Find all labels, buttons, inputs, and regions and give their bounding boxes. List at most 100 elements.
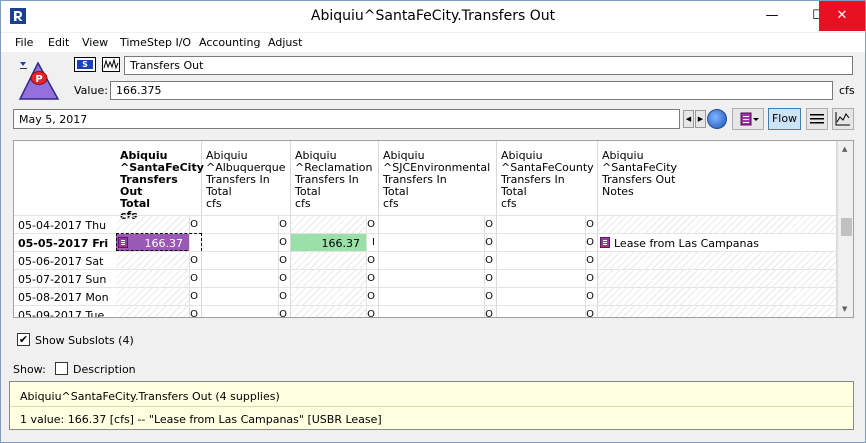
menu-view[interactable]: View [82,36,108,49]
cell-flag: O [485,255,493,266]
next-date-button[interactable]: ▶ [695,110,706,128]
table-cell[interactable]: O [116,251,202,269]
units-label[interactable]: cfs [839,84,855,97]
cell-flag: O [279,219,287,230]
globe-icon[interactable] [707,109,727,129]
cell-flag: I [372,237,375,248]
cell-flag: O [190,309,198,318]
menu-file[interactable]: File [15,36,33,49]
row-label[interactable]: 05-09-2017 Tue [14,305,116,317]
flow-toggle-button[interactable]: Flow [768,108,801,130]
cell-flag: O [367,255,375,266]
cell-flag: O [586,219,594,230]
table-cell[interactable]: O [497,287,598,305]
window-title: Abiquiu^SantaFeCity.Transfers Out [310,8,556,24]
table-cell[interactable]: O [497,215,598,233]
table-cell[interactable]: O [497,251,598,269]
menu-adjust[interactable]: Adjust [268,36,302,49]
prev-date-button[interactable]: ◀ [683,110,694,128]
note-cell[interactable] [598,215,837,233]
table-cell[interactable]: O [202,287,291,305]
list-view-icon[interactable] [806,108,828,130]
note-cell[interactable] [598,287,837,305]
table-cell[interactable]: O [291,305,379,317]
cell-flag: O [485,273,493,284]
table-cell[interactable]: O [116,269,202,287]
column-header[interactable]: Abiquiu ^SJCEnvironmental Transfers In T… [379,141,497,215]
table-cell[interactable]: 166.37 P [116,233,202,251]
table-cell[interactable]: O [202,251,291,269]
column-header[interactable]: Abiquiu ^Reclamation Transfers In Total … [291,141,379,215]
note-icon[interactable] [118,237,128,248]
slot-icon-letter: P [35,74,42,85]
note-cell[interactable] [598,305,837,317]
close-button[interactable]: ✕ [819,1,865,31]
cell-flag: O [485,237,493,248]
table-cell[interactable]: O [291,269,379,287]
table-cell[interactable]: O [379,215,497,233]
table-cell[interactable]: O [202,233,291,251]
note-cell[interactable] [598,269,837,287]
cell-flag: O [190,255,198,266]
vertical-scrollbar[interactable]: ▲ ▼ [837,141,853,317]
cell-flag: O [279,273,287,284]
description-checkbox[interactable] [55,362,68,375]
table-cell[interactable]: O [291,287,379,305]
table-cell[interactable]: O [497,305,598,317]
menu-edit[interactable]: Edit [48,36,69,49]
app-window: Abiquiu^SantaFeCity.Transfers Out — ☐ ✕ … [0,0,866,443]
table-cell[interactable]: O [379,269,497,287]
cell-flag: O [279,309,287,318]
column-header[interactable]: Abiquiu ^Albuquerque Transfers In Total … [202,141,291,215]
row-label[interactable]: 05-08-2017 Mon [14,287,116,305]
plot-icon[interactable] [832,108,854,130]
table-cell[interactable]: O [379,287,497,305]
row-label[interactable]: 05-06-2017 Sat [14,251,116,269]
scroll-down-icon[interactable]: ▼ [842,305,847,313]
cell-flag: O [485,291,493,302]
table-cell[interactable]: O [379,251,497,269]
table-cell[interactable]: O [202,269,291,287]
menu-accounting[interactable]: Accounting [199,36,260,49]
account-slot-icon[interactable]: P [18,59,66,103]
minimize-button[interactable]: — [749,1,795,31]
row-label[interactable]: 05-05-2017 Fri [14,233,116,251]
date-field[interactable]: May 5, 2017 [13,109,680,129]
cell-flag: O [190,291,198,302]
menu-timestep-io[interactable]: TimeStep I/O [120,36,191,49]
note-cell[interactable]: Lease from Las Campanas [598,233,837,251]
table-cell[interactable]: O [202,215,291,233]
series-slot-badge-label: S [77,60,93,69]
table-cell[interactable]: O [291,251,379,269]
cell-value: 166.37 [321,237,361,250]
scroll-up-icon[interactable]: ▲ [842,145,847,153]
table-cell[interactable]: O [116,215,202,233]
note-cell[interactable] [598,251,837,269]
table-cell[interactable]: O [116,305,202,318]
value-field[interactable]: 166.375 [110,81,833,100]
table-cell[interactable]: 166.37 I [291,233,379,251]
table-cell[interactable]: O [497,233,598,251]
title-bar[interactable]: Abiquiu^SantaFeCity.Transfers Out — ☐ ✕ [1,1,865,32]
note-icon[interactable] [600,237,610,248]
slot-name-field[interactable]: Transfers Out [124,56,853,75]
table-cell[interactable]: O [379,233,497,251]
cell-flag: O [279,237,287,248]
column-header[interactable]: Abiquiu ^SantaFeCounty Transfers In Tota… [497,141,598,215]
table-cell[interactable]: O [379,305,497,317]
timeseries-wave-icon[interactable] [102,57,120,72]
show-subslots-checkbox[interactable]: ✔ [17,333,30,346]
row-label[interactable]: 05-07-2017 Sun [14,269,116,287]
data-table[interactable]: Abiquiu ^SantaFeCity Transfers Out Total… [13,140,854,318]
row-label[interactable]: 05-04-2017 Thu [14,215,116,233]
column-header[interactable]: Abiquiu ^SantaFeCity Transfers Out Total… [116,141,204,222]
table-cell[interactable]: O [202,305,291,318]
table-cell[interactable]: O [497,269,598,287]
series-slot-badge[interactable]: S [74,57,96,72]
cell-flag: O [586,273,594,284]
column-header[interactable]: Abiquiu ^SantaFeCity Transfers Out Notes [598,141,837,215]
table-cell[interactable]: O [116,287,202,305]
notes-dropdown-button[interactable] [732,108,764,130]
scroll-thumb[interactable] [841,218,852,236]
table-cell[interactable]: O [291,215,379,233]
